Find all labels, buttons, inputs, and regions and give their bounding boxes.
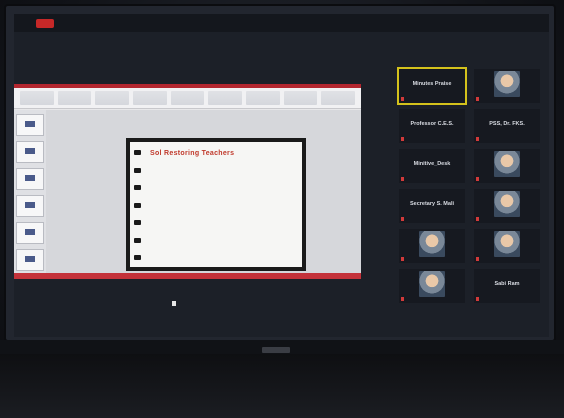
participant-label <box>476 216 481 221</box>
desk <box>0 354 564 418</box>
participant-tile[interactable] <box>474 69 540 103</box>
binder-ring <box>134 167 141 173</box>
ribbon-title-bar <box>14 84 361 88</box>
muted-mic-icon <box>401 176 404 181</box>
participant-video <box>419 271 445 297</box>
participant-video <box>494 71 520 97</box>
participant-label <box>476 296 481 301</box>
muted-mic-icon <box>476 216 479 221</box>
participant-label <box>476 176 481 181</box>
slide-thumbnail[interactable] <box>16 114 44 136</box>
ribbon-group[interactable] <box>246 91 280 105</box>
monitor: Sol Restoring Teachers Minutes Praise Pro… <box>6 6 554 340</box>
participant-label <box>401 176 406 181</box>
participant-tile[interactable]: Secretary S. Mali <box>399 189 465 223</box>
ribbon-group[interactable] <box>57 91 92 105</box>
thumbnail-content <box>25 121 35 127</box>
slide-thumbnail[interactable] <box>16 249 44 271</box>
participant-video <box>419 231 445 257</box>
participant-name: Professor C.E.S. <box>410 121 454 127</box>
muted-mic-icon <box>476 176 479 181</box>
binder-ring <box>134 255 141 260</box>
participant-tile[interactable] <box>474 229 540 263</box>
slide-body <box>152 170 297 176</box>
participant-video <box>494 191 520 217</box>
thumbnail-content <box>25 202 35 208</box>
participant-tile[interactable] <box>474 149 540 183</box>
thumbnail-content <box>25 175 35 181</box>
muted-mic-icon <box>476 256 479 261</box>
participant-tile[interactable]: Minutes Praise <box>397 67 467 105</box>
muted-mic-icon <box>476 96 479 101</box>
ribbon-group[interactable] <box>170 91 205 105</box>
participant-tile[interactable]: Minitive_Desk <box>399 149 465 183</box>
participant-label <box>476 96 481 101</box>
thumbnail-content <box>25 256 35 262</box>
participant-label <box>401 256 406 261</box>
current-slide: Sol Restoring Teachers <box>126 138 306 271</box>
binder-ring <box>134 220 141 225</box>
thumbnail-content <box>25 148 35 154</box>
ribbon-group[interactable] <box>133 91 167 105</box>
participant-label <box>401 296 406 301</box>
participant-name: Minutes Praise <box>412 81 452 87</box>
participant-tile[interactable]: PSS, Dr. FKS. <box>474 109 540 143</box>
participant-tile[interactable] <box>399 229 465 263</box>
monitor-logo <box>262 347 290 353</box>
mouse-pointer <box>172 301 176 306</box>
participant-tile[interactable] <box>399 269 465 303</box>
slide-thumbnail[interactable] <box>16 195 44 217</box>
slide-title: Sol Restoring Teachers <box>150 150 235 157</box>
thumbnail-content <box>25 229 35 235</box>
participant-video <box>494 151 520 177</box>
participant-name: Minitive_Desk <box>413 161 451 167</box>
ribbon-group[interactable] <box>208 91 243 105</box>
muted-mic-icon <box>476 296 479 301</box>
binder-ring <box>134 237 141 243</box>
participant-label <box>401 136 406 141</box>
slide-thumbnail[interactable] <box>16 168 44 190</box>
binder-ring <box>134 202 141 208</box>
participant-tile[interactable] <box>474 189 540 223</box>
participant-label <box>401 216 406 221</box>
powerpoint-status-bar <box>14 273 361 279</box>
participant-label <box>476 136 481 141</box>
participant-name: Secretary S. Mali <box>409 201 455 207</box>
meeting-window: Sol Restoring Teachers Minutes Praise Pro… <box>14 14 549 337</box>
participant-video <box>494 231 520 257</box>
recording-indicator[interactable] <box>36 19 54 28</box>
muted-mic-icon <box>401 136 404 141</box>
powerpoint-ribbon <box>14 84 361 109</box>
shared-screen: Sol Restoring Teachers <box>14 84 361 279</box>
participant-tile[interactable]: Sabi Ram <box>474 269 540 303</box>
participant-label <box>401 96 406 101</box>
muted-mic-icon <box>401 296 404 301</box>
participant-name: Sabi Ram <box>494 281 520 287</box>
participant-tile[interactable]: Professor C.E.S. <box>399 109 465 143</box>
muted-mic-icon <box>401 256 404 261</box>
slide-thumbnails <box>14 110 46 275</box>
slide-thumbnail[interactable] <box>16 141 44 163</box>
muted-mic-icon <box>401 96 404 101</box>
ribbon-group[interactable] <box>95 91 130 105</box>
participant-label <box>476 256 481 261</box>
muted-mic-icon <box>401 216 404 221</box>
participant-name: PSS, Dr. FKS. <box>489 121 525 127</box>
ribbon-group[interactable] <box>283 91 318 105</box>
binder-rings <box>134 150 142 260</box>
muted-mic-icon <box>476 136 479 141</box>
window-topbar <box>14 14 549 32</box>
slide-thumbnail[interactable] <box>16 222 44 244</box>
ribbon-group[interactable] <box>20 91 54 105</box>
binder-ring <box>134 185 141 190</box>
ribbon-group[interactable] <box>321 91 356 105</box>
binder-ring <box>134 150 141 155</box>
ribbon-toolbar <box>20 91 356 105</box>
participants-gallery: Minutes Praise Professor C.E.S. PSS, Dr. F… <box>397 67 544 314</box>
